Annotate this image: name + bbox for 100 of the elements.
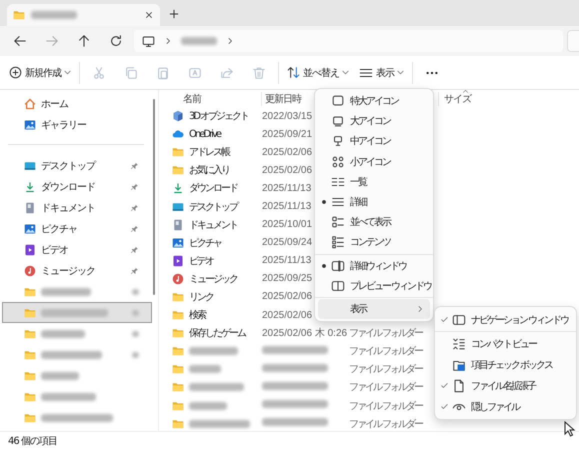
sidebar-item[interactable]: ピクチャ [2,218,152,239]
file-name[interactable]: ビデオ [189,254,213,268]
menu-item[interactable]: 表示 [318,298,430,320]
file-name[interactable]: ダウンロード [189,181,237,196]
blurred-text [189,420,250,428]
blurred-text [41,350,102,358]
file-name[interactable]: ピクチャ [189,236,221,250]
blurred-text [132,330,139,336]
folder-icon [172,290,184,303]
blurred-text [41,330,85,338]
blurred-text [262,364,328,372]
menu-item[interactable]: 詳細ウィンドウ [318,256,430,276]
file-name[interactable]: 検索 [189,308,205,322]
file-name[interactable]: ドキュメント [189,218,237,232]
pin-icon [130,266,139,275]
menu-item[interactable]: 並べて表示 [318,212,430,232]
close-icon [144,10,154,20]
document-icon [24,202,36,214]
pin-icon [130,161,139,170]
menu-item[interactable]: 隠しファイル [438,396,573,417]
pin-icon [130,203,139,212]
blurred-text [189,383,244,392]
menu-item[interactable]: コンパクト ビュー [438,333,573,354]
scrollbar[interactable] [153,99,155,295]
sidebar-item[interactable]: ビデオ [2,239,152,260]
up-icon [76,34,91,48]
search-field[interactable] [567,30,579,52]
file-name[interactable]: リンク [189,290,213,304]
file-icon [452,378,466,392]
sidebar-item[interactable]: デスクトップ [2,155,152,176]
menu-item[interactable]: 中アイコン [318,131,430,152]
menu-item[interactable]: 特大アイコン [318,91,430,112]
music-icon [24,264,36,276]
modified-date: 2025/09/25 [262,273,312,284]
sort-button[interactable]: 並べ替え [282,60,354,86]
column-header[interactable]: 名前 [159,92,262,106]
square-icon [331,134,345,148]
blurred-text [262,400,328,408]
modified-date: 2025/09/24 [262,237,312,248]
blurred-text [31,11,77,19]
file-name[interactable]: アドレス帳 [189,145,229,160]
sidebar-item[interactable]: ギャラリー [2,114,152,135]
modified-date: 2025/11/13 [262,201,312,212]
folder-icon [172,146,184,158]
new-button[interactable]: 新規作成 [4,60,76,86]
file-name[interactable]: デスクトップ [189,200,237,214]
modified-date: 2025/02/06 木 0:26 [262,328,348,340]
check-icon [440,402,449,411]
blurred-text [189,347,238,356]
file-name[interactable]: 3D オブジェクト [189,109,248,124]
video-icon [24,244,36,256]
blurred-text [262,382,328,390]
file-type: ファイル フォルダー [349,382,422,394]
modified-date: 2025/11/13 [262,255,312,266]
menu-item[interactable]: ナビゲーション ウィンドウ [438,309,573,330]
folder-icon [24,348,36,360]
monitor-icon [142,34,155,48]
pin-icon [130,182,139,191]
panel-icon [331,278,345,293]
menu-item[interactable]: コンテンツ [318,232,430,252]
cube-icon [172,110,184,122]
file-name[interactable]: 保存したゲーム [189,326,245,340]
music-icon [172,272,184,285]
sidebar-item[interactable]: ドキュメント [2,197,152,218]
sidebar-item[interactable]: ホーム [2,93,152,114]
forward-icon [44,34,59,48]
folder-icon [172,345,184,358]
tiles-icon [331,215,345,230]
blurred-text [262,346,328,354]
blurred-text [132,310,139,316]
menu-item[interactable]: 一覧 [318,172,430,192]
file-name[interactable]: OneDrive [189,128,220,140]
view-button[interactable]: 表示 [354,60,409,86]
caret-icon [342,70,349,75]
grid-icon [331,154,345,169]
content-icon [331,235,345,250]
sidebar-item[interactable] [2,302,152,323]
menu-item[interactable]: 詳細 [318,192,430,212]
menu-item[interactable]: ファイル名拡張子 [438,375,573,396]
modified-date: 2025/09/21 [262,128,312,140]
menu-item[interactable]: プレビュー ウィンドウ [318,276,430,296]
square-icon [331,94,345,108]
menu-item[interactable]: 小アイコン [318,152,430,172]
folder-icon [24,412,36,424]
folder-icon [24,328,36,340]
column-header[interactable]: サイズ [439,92,471,106]
scissors-icon [92,66,106,80]
folder-icon [172,418,184,430]
file-name[interactable]: ミュージック [189,272,237,286]
file-name[interactable]: お気に入り [189,163,229,178]
sidebar-item[interactable]: ダウンロード [2,176,152,197]
pin-icon [130,224,139,233]
modified-date: 2025/11/13 [262,182,312,194]
modified-date: 2025/02/06 [262,146,312,158]
modified-date: 2025/02/06 [262,164,312,176]
blurred-text [262,418,328,426]
sidebar-item[interactable]: ミュージック [2,260,152,281]
panel-icon [452,312,466,326]
menu-item[interactable]: 項目チェック ボックス [438,354,573,375]
menu-item[interactable]: 大アイコン [318,111,430,132]
